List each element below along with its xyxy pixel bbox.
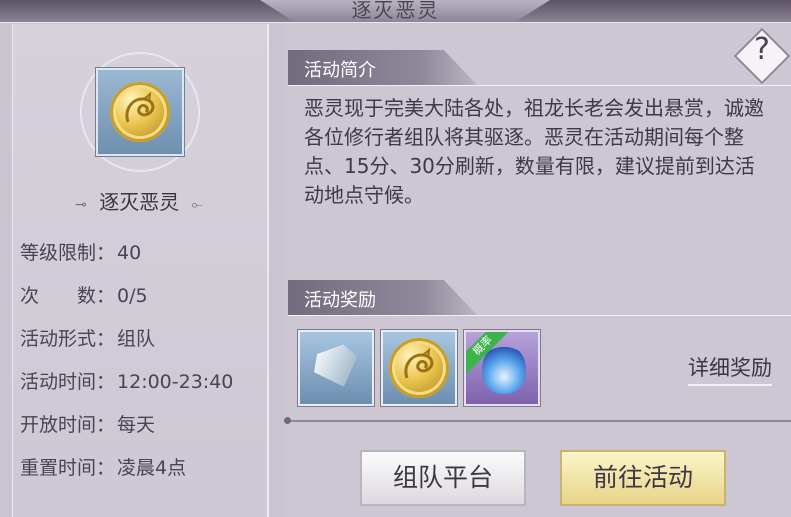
intro-header-line	[288, 85, 791, 86]
team-platform-button[interactable]: 组队平台	[360, 450, 526, 506]
rewards-header: 活动奖励	[304, 290, 376, 311]
info-label: 活动形式：	[20, 328, 116, 350]
reward-item-diamond[interactable]	[298, 330, 374, 406]
info-value: 组队	[117, 328, 156, 350]
info-value: 12:00-23:40	[117, 371, 234, 393]
section-divider	[288, 420, 791, 422]
rewards-header-line	[288, 315, 791, 316]
go-activity-button[interactable]: 前往活动	[560, 450, 726, 506]
info-row-open: 开放时间： 每天	[20, 410, 155, 437]
info-row-count: 次 数： 0/5	[20, 281, 148, 308]
info-value: 凌晨4点	[117, 457, 187, 479]
help-icon[interactable]: ?	[742, 32, 782, 67]
info-row-level: 等级限制： 40	[20, 238, 141, 265]
activity-name: 逐灭恶灵	[99, 190, 180, 214]
title-bar: 逐灭恶灵	[0, 0, 791, 23]
ornament-left: ⊸	[75, 197, 87, 213]
info-label: 活动时间：	[20, 371, 116, 393]
info-value: 40	[117, 242, 142, 264]
info-row-time: 活动时间： 12:00-23:40	[20, 367, 233, 394]
info-value: 每天	[117, 414, 156, 436]
info-value: 0/5	[117, 285, 148, 307]
ornament-right: ⟜	[191, 197, 203, 213]
reward-item-coin[interactable]	[381, 330, 457, 406]
intro-header: 活动简介	[304, 60, 376, 81]
gold-coin-icon	[389, 338, 449, 398]
info-label: 等级限制：	[20, 242, 116, 264]
info-row-form: 活动形式： 组队	[20, 324, 155, 351]
info-label: 开放时间：	[20, 414, 116, 436]
activity-icon	[96, 68, 184, 156]
diamond-icon	[309, 341, 366, 394]
info-label: 次 数：	[20, 285, 116, 307]
gold-coin-icon	[110, 82, 170, 142]
detail-rewards-link[interactable]: 详细奖励	[688, 352, 772, 386]
window-title: 逐灭恶灵	[351, 0, 440, 22]
info-row-reset: 重置时间： 凌晨4点	[20, 453, 186, 480]
activity-name-row: ⊸ 逐灭恶灵 ⟜	[12, 186, 266, 215]
reward-item-flame[interactable]: 概率	[464, 330, 540, 406]
intro-description: 恶灵现于完美大陆各处，祖龙长老会发出悬赏，诚邀各位修行者组队将其驱逐。恶灵在活动…	[304, 96, 764, 207]
divider-dot	[284, 417, 291, 424]
info-label: 重置时间：	[20, 457, 116, 479]
